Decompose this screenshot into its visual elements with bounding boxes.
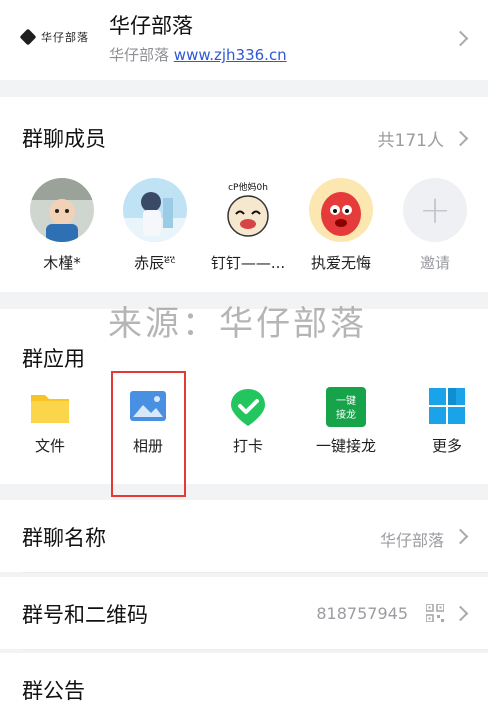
invite-button[interactable]: + 邀请 — [394, 178, 476, 273]
group-id-qr-row[interactable]: 群号和二维码 818757945 — [0, 577, 488, 649]
members-title: 群聊成员 — [22, 127, 106, 151]
member-item[interactable]: 木槿* — [21, 178, 103, 273]
avatar — [123, 178, 187, 242]
album-highlight-box — [111, 371, 186, 497]
group-id-value: 818757945 — [316, 604, 408, 623]
svg-text:接龙: 接龙 — [336, 408, 356, 421]
app-solitaire[interactable]: 一键 接龙 一键接龙 — [306, 387, 386, 456]
divider — [22, 572, 488, 573]
folder-icon — [29, 387, 71, 427]
plus-icon: + — [403, 178, 467, 242]
subtitle-prefix: 华仔部落 — [109, 46, 170, 64]
apps-title: 群应用 — [22, 347, 85, 371]
solitaire-icon: 一键 接龙 — [325, 387, 367, 427]
group-title: 华仔部落 — [109, 14, 193, 38]
qr-code-icon — [425, 603, 445, 623]
member-name: 赤辰ᵉ̈ᶜ̈ — [134, 254, 176, 272]
chevron-right-icon — [452, 605, 469, 622]
avatar — [30, 178, 94, 242]
invite-label: 邀请 — [419, 254, 450, 272]
member-item[interactable]: 执爱无悔 — [300, 178, 382, 273]
members-card: 群聊成员 共171人 木槿* 赤辰ᵉ̈ᶜ̈ cP他妈0h 钉钉——... 执爱无… — [0, 97, 488, 292]
app-label: 打卡 — [232, 437, 263, 455]
member-name: 钉钉——... — [210, 254, 286, 272]
group-id-label: 群号和二维码 — [22, 603, 148, 627]
member-item[interactable]: 赤辰ᵉ̈ᶜ̈ — [114, 178, 196, 273]
group-name-value: 华仔部落 — [379, 531, 444, 550]
group-notice-row[interactable]: 群公告 — [0, 653, 488, 713]
avatar: cP他妈0h — [216, 178, 280, 242]
app-files[interactable]: 文件 — [10, 387, 90, 456]
group-subtitle: 华仔部落 www.zjh336.cn — [109, 44, 287, 65]
chevron-right-icon — [452, 130, 469, 147]
app-label: 文件 — [34, 437, 65, 455]
sticker-text: cP他妈0h — [228, 181, 268, 193]
member-item[interactable]: cP他妈0h 钉钉——... — [207, 178, 289, 273]
group-logo: 华仔部落 — [19, 28, 96, 46]
svg-text:一键: 一键 — [336, 394, 356, 407]
chevron-right-icon — [452, 528, 469, 545]
group-notice-label: 群公告 — [22, 679, 85, 703]
chevron-right-icon — [452, 30, 469, 47]
logo-mark-icon — [19, 28, 37, 46]
app-more[interactable]: 更多 — [407, 387, 487, 456]
app-label: 一键接龙 — [315, 437, 376, 455]
group-name-label: 群聊名称 — [22, 526, 106, 550]
member-name: 执爱无悔 — [310, 254, 371, 272]
member-name: 木槿* — [43, 254, 81, 272]
check-in-icon — [227, 387, 269, 427]
group-header-card[interactable]: 华仔部落 华仔部落 华仔部落 www.zjh336.cn — [0, 0, 488, 80]
app-label: 更多 — [431, 437, 462, 455]
watermark: 来源：华仔部落 — [108, 304, 367, 344]
grid-more-icon — [426, 387, 468, 427]
avatar — [309, 178, 373, 242]
divider — [22, 649, 488, 650]
website-link[interactable]: www.zjh336.cn — [174, 46, 287, 64]
members-count[interactable]: 共171人 — [378, 126, 444, 151]
group-name-row[interactable]: 群聊名称 华仔部落 — [0, 500, 488, 572]
logo-text: 华仔部落 — [41, 31, 89, 44]
app-checkin[interactable]: 打卡 — [208, 387, 288, 456]
